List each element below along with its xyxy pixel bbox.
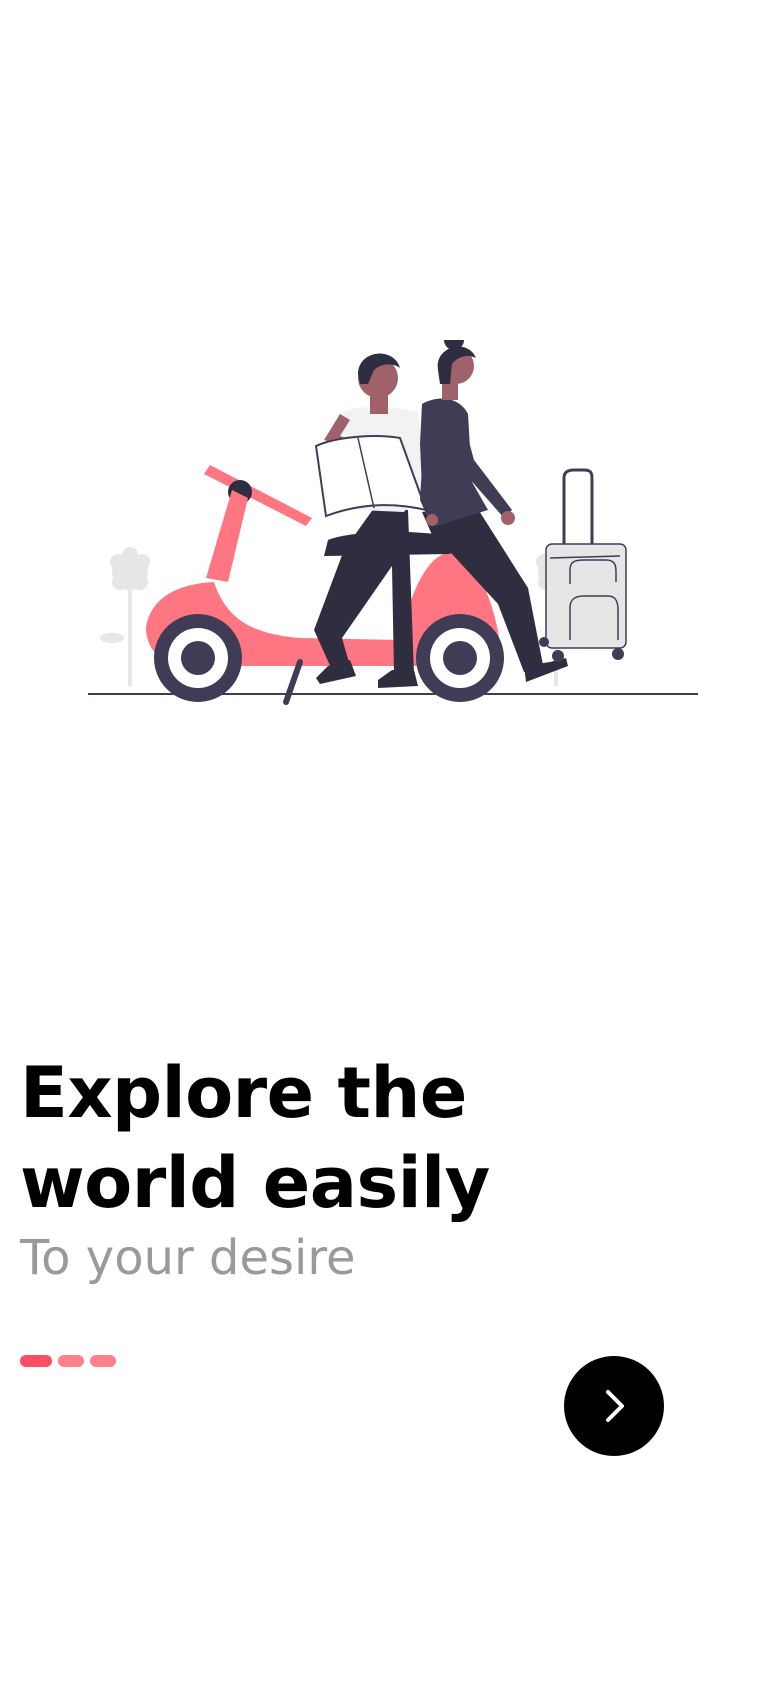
page-indicator-dot-2[interactable]	[58, 1355, 84, 1367]
flower-left-icon	[100, 547, 150, 686]
man-figure-icon	[314, 353, 428, 688]
suitcase-icon	[539, 468, 627, 662]
next-button[interactable]	[564, 1356, 664, 1456]
page-indicator	[20, 1355, 116, 1367]
headline-line-2: world easily	[20, 1142, 490, 1224]
page-indicator-dot-3[interactable]	[90, 1355, 116, 1367]
onboarding-illustration	[88, 340, 698, 710]
onboarding-subtitle: To your desire	[20, 1230, 356, 1286]
onboarding-headline: Explore the world easily	[20, 1048, 720, 1228]
chevron-right-icon	[606, 1390, 624, 1422]
headline-line-1: Explore the	[20, 1052, 467, 1134]
page-indicator-dot-1[interactable]	[20, 1355, 52, 1367]
